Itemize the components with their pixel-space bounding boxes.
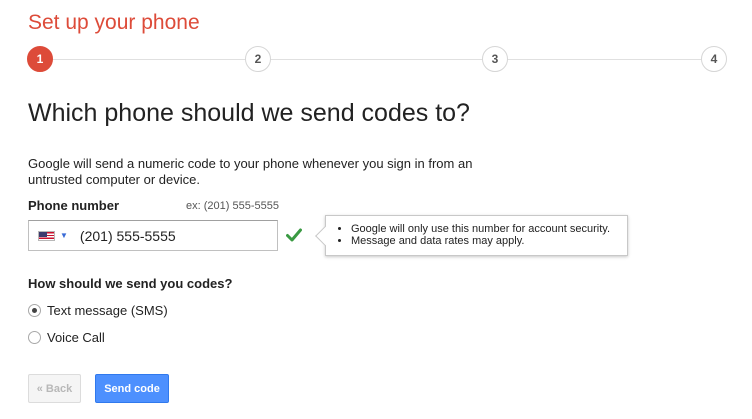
phone-example-hint: ex: (201) 555-5555 (186, 200, 279, 212)
step-4-indicator: 4 (701, 46, 727, 72)
description-text: Google will send a numeric code to your … (28, 156, 473, 187)
step-1-indicator: 1 (27, 46, 53, 72)
voice-call-radio[interactable] (28, 331, 41, 344)
section-heading: Which phone should we send codes to? (28, 99, 470, 127)
tooltip-list: Google will only use this number for acc… (326, 223, 610, 247)
step-2-indicator: 2 (245, 46, 271, 72)
country-code-dropdown[interactable]: ▼ (29, 221, 76, 250)
back-button[interactable]: « Back (28, 374, 81, 403)
voice-call-option[interactable]: Voice Call (28, 330, 105, 345)
phone-number-input[interactable] (75, 221, 277, 250)
us-flag-icon (38, 230, 55, 241)
delivery-method-label: How should we send you codes? (28, 276, 233, 291)
security-tooltip: Google will only use this number for acc… (315, 215, 628, 256)
checkmark-icon (286, 228, 302, 242)
send-code-button[interactable]: Send code (95, 374, 169, 403)
stepper-line (40, 59, 714, 60)
sms-option[interactable]: Text message (SMS) (28, 303, 168, 318)
sms-radio[interactable] (28, 304, 41, 317)
phone-number-label: Phone number (28, 198, 120, 213)
voice-call-option-label: Voice Call (47, 330, 105, 345)
tooltip-item: Message and data rates may apply. (351, 235, 610, 247)
caret-down-icon: ▼ (60, 231, 68, 240)
tooltip-item: Google will only use this number for acc… (351, 223, 610, 235)
step-3-indicator: 3 (482, 46, 508, 72)
page-title: Set up your phone (28, 11, 200, 34)
phone-number-field: ▼ (28, 220, 278, 251)
sms-option-label: Text message (SMS) (47, 303, 168, 318)
